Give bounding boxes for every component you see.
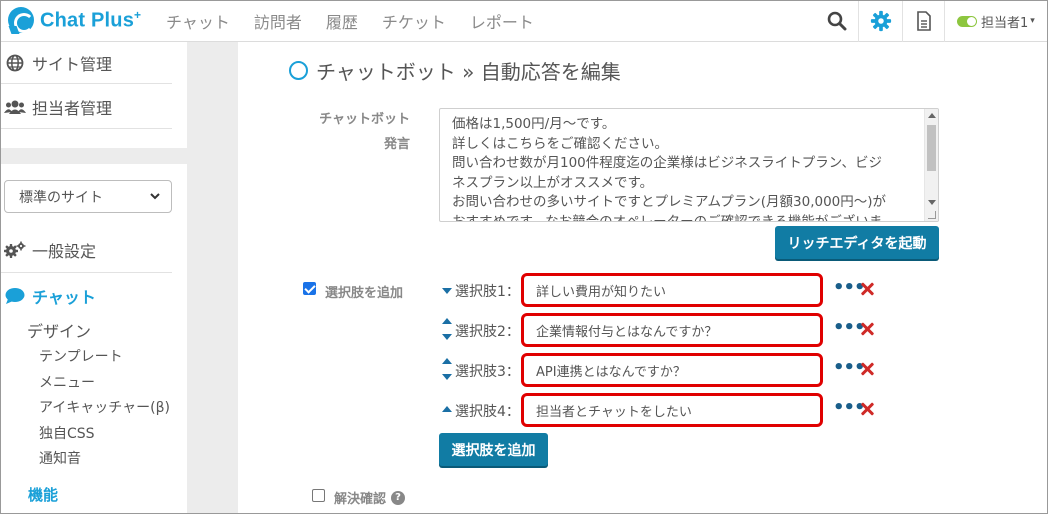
reorder-arrows [442, 312, 452, 348]
add-options-label: 選択肢を追加 [325, 286, 404, 301]
divider [0, 128, 172, 129]
top-bar: Chat Plus+ チャット 訪問者 履歴 チケット レポート 担当者1 ▾ [0, 0, 1048, 42]
main-nav: チャット 訪問者 履歴 チケット レポート [166, 0, 558, 42]
move-up-icon[interactable] [442, 358, 452, 364]
move-down-icon[interactable] [442, 334, 452, 340]
user-menu[interactable]: 担当者1 ▾ [944, 0, 1048, 42]
scroll-thumb[interactable] [927, 125, 936, 171]
option-row: 選択肢2： 企業情報付与とはなんですか？ ••• [439, 312, 899, 348]
sidebar-item-label: 一般設定 [32, 242, 97, 261]
chevron-down-icon [150, 193, 160, 200]
globe-icon [4, 54, 26, 72]
sidebar-item-chat[interactable]: チャット [0, 280, 172, 312]
divider [0, 83, 172, 84]
nav-chat[interactable]: チャット [166, 9, 230, 33]
sidebar-admin-card: サイト管理 担当者管理 [0, 42, 187, 148]
header-tools: 担当者1 ▾ [816, 0, 1048, 42]
page-title-text: チャットボット » 自動応答を編集 [316, 59, 621, 84]
utterance-text: 価格は1,500円/月～です。 詳しくはこちらをご確認ください。 問い合わせ数が… [452, 116, 887, 222]
chevron-down-icon: ▾ [1030, 16, 1035, 26]
reorder-arrows [442, 272, 452, 308]
help-icon[interactable]: ? [391, 490, 406, 505]
move-down-icon[interactable] [442, 374, 452, 380]
search-button[interactable] [816, 0, 858, 42]
main-content: チャットボット » 自動応答を編集 チャットボット 発言 価格は1,500円/月… [238, 42, 1048, 514]
option-label: 選択肢4： [455, 404, 520, 420]
sidebar-item-template[interactable]: テンプレート [39, 346, 123, 366]
user-name: 担当者1 [981, 15, 1029, 31]
resize-grip-icon[interactable] [928, 211, 936, 219]
chat-bubble-icon [4, 287, 26, 305]
sidebar-item-general-settings[interactable]: 一般設定 [0, 234, 172, 266]
resolve-check-label: 解決確認 ? [334, 488, 406, 507]
circle-icon [289, 60, 308, 80]
delete-icon[interactable] [860, 322, 874, 336]
delete-icon[interactable] [860, 402, 874, 416]
sidebar-item-function[interactable]: 機能 [28, 484, 58, 505]
reorder-arrows [442, 352, 452, 388]
utterance-label: チャットボット 発言 [319, 112, 410, 152]
rich-editor-button[interactable]: リッチエディタを起動 [775, 226, 939, 259]
sidebar-item-staff-management[interactable]: 担当者管理 [0, 90, 172, 124]
sidebar-item-design[interactable]: デザイン [27, 318, 91, 342]
online-toggle[interactable] [957, 15, 977, 27]
option-label: 選択肢2： [455, 324, 520, 340]
reorder-arrows [442, 392, 452, 428]
logo-text: Chat Plus+ [40, 7, 142, 32]
sidebar-item-menu[interactable]: メニュー [39, 372, 95, 392]
option-input[interactable]: 担当者とチャットをしたい [521, 393, 823, 427]
scroll-up-icon[interactable] [928, 113, 936, 118]
move-up-icon[interactable] [442, 318, 452, 324]
nav-history[interactable]: 履歴 [326, 9, 358, 33]
textarea-scrollbar[interactable] [924, 109, 938, 221]
sidebar-item-label: サイト管理 [32, 55, 113, 74]
settings-button[interactable] [858, 0, 902, 42]
sidebar-item-site-management[interactable]: サイト管理 [0, 46, 172, 80]
sidebar-item-eyecatcher[interactable]: アイキャッチャー(β) [39, 397, 170, 417]
search-icon [827, 11, 847, 31]
site-select-value: 標準のサイト [19, 189, 103, 206]
gear-icon [870, 10, 891, 32]
sidebar: サイト管理 担当者管理 標準のサイト 一般設定 チャット デザイン テンプレート… [0, 42, 238, 514]
option-input[interactable]: 企業情報付与とはなんですか？ [521, 313, 823, 347]
nav-reports[interactable]: レポート [470, 9, 534, 33]
sidebar-item-custom-css[interactable]: 独自CSS [39, 423, 95, 443]
sidebar-item-label: 担当者管理 [32, 99, 113, 118]
delete-icon[interactable] [860, 362, 874, 376]
divider [0, 272, 172, 273]
logo[interactable]: Chat Plus+ [8, 5, 141, 35]
resolve-check-checkbox[interactable] [312, 489, 325, 502]
move-down-icon[interactable] [442, 288, 452, 294]
sidebar-settings-card: 標準のサイト 一般設定 チャット デザイン テンプレート メニュー アイキャッチ… [0, 164, 187, 514]
option-row: 選択肢4： 担当者とチャットをしたい ••• [439, 392, 899, 428]
users-icon [4, 99, 26, 115]
option-label: 選択肢3： [455, 364, 520, 380]
nav-visitors[interactable]: 訪問者 [254, 9, 302, 33]
option-input[interactable]: API連携とはなんですか？ [521, 353, 823, 387]
delete-icon[interactable] [860, 282, 874, 296]
add-option-button[interactable]: 選択肢を追加 [439, 433, 548, 466]
nav-tickets[interactable]: チケット [382, 9, 446, 33]
page-title: チャットボット » 自動応答を編集 [289, 56, 621, 84]
gears-icon [4, 241, 26, 259]
option-row: 選択肢1： 詳しい費用が知りたい ••• [439, 272, 899, 308]
scroll-down-icon[interactable] [928, 200, 936, 205]
document-icon [916, 11, 931, 31]
option-row: 選択肢3： API連携とはなんですか？ ••• [439, 352, 899, 388]
chat-plus-logo-icon [8, 7, 34, 33]
document-button[interactable] [902, 0, 944, 42]
add-options-checkbox[interactable] [303, 282, 316, 295]
site-select[interactable]: 標準のサイト [4, 180, 172, 213]
sidebar-item-notification-sound[interactable]: 通知音 [39, 448, 81, 468]
utterance-textarea[interactable]: 価格は1,500円/月～です。 詳しくはこちらをご確認ください。 問い合わせ数が… [439, 108, 939, 222]
option-input[interactable]: 詳しい費用が知りたい [521, 273, 823, 307]
move-up-icon[interactable] [442, 406, 452, 412]
option-label: 選択肢1： [455, 284, 520, 300]
sidebar-item-label: チャット [32, 288, 96, 307]
